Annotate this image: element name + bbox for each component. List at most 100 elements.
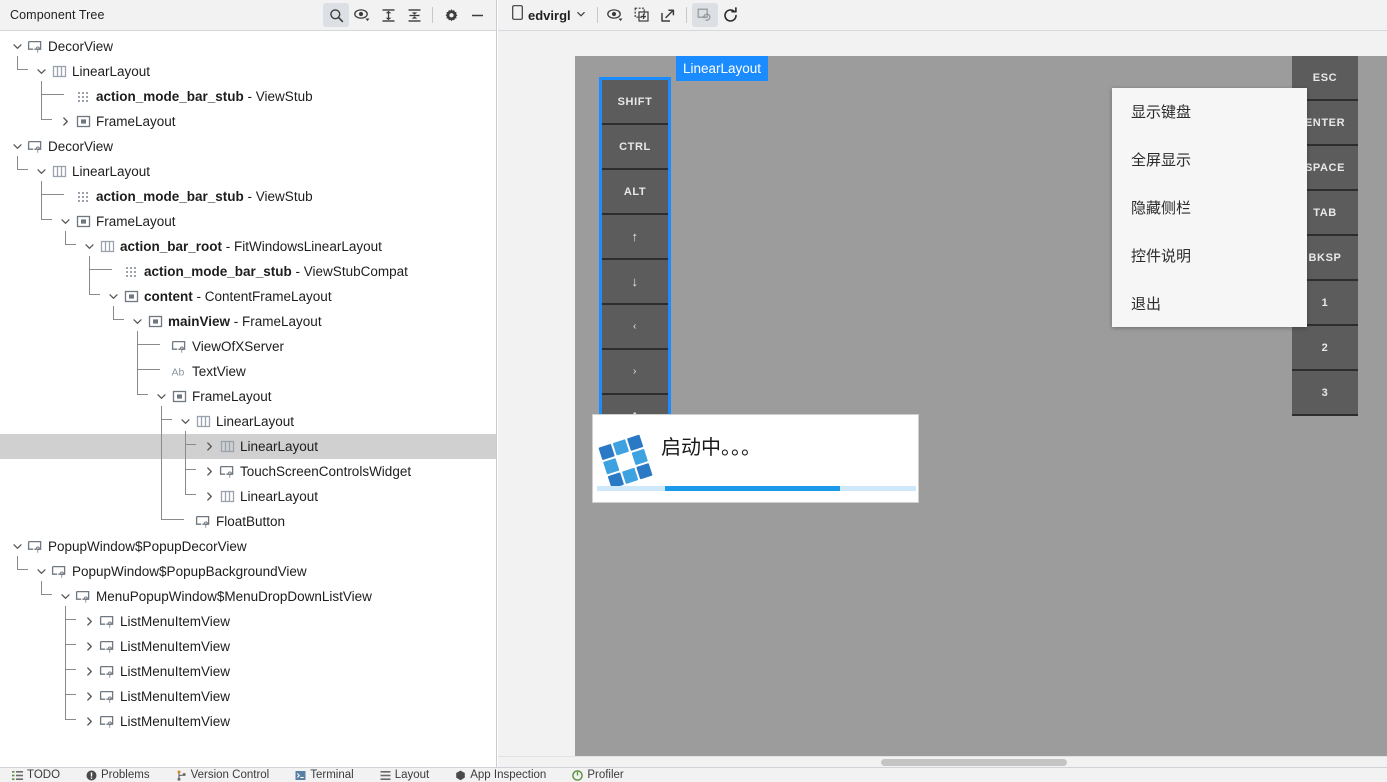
tree-row[interactable]: LinearLayout: [0, 484, 496, 509]
tree-row[interactable]: FrameLayout: [0, 209, 496, 234]
scrollbar-thumb[interactable]: [881, 759, 1067, 766]
menu-item-1[interactable]: 全屏显示: [1112, 136, 1307, 184]
right-key-6[interactable]: 2: [1292, 326, 1358, 371]
tree-row[interactable]: action_mode_bar_stub - ViewStub: [0, 84, 496, 109]
tree-row[interactable]: ? ViewOfXServer: [0, 334, 496, 359]
left-key-3[interactable]: ↑: [602, 215, 668, 260]
left-key-2[interactable]: ALT: [602, 170, 668, 215]
statusbar-item-problems[interactable]: Problems: [86, 768, 150, 782]
eye-dropdown-icon[interactable]: [349, 3, 375, 27]
tree-row[interactable]: ? FloatButton: [0, 509, 496, 534]
chevron-right-icon[interactable]: [82, 684, 97, 709]
tree-row[interactable]: ? PopupWindow$PopupBackgroundView: [0, 559, 496, 584]
popup-menu[interactable]: 显示键盘 全屏显示 隐藏侧栏 控件说明 退出: [1112, 88, 1307, 327]
toolbar-divider-2: [596, 7, 598, 23]
tree-row[interactable]: ? ListMenuItemView: [0, 684, 496, 709]
tree-row[interactable]: mainView - FrameLayout: [0, 309, 496, 334]
minimize-icon[interactable]: [464, 3, 490, 27]
statusbar-item-profiler[interactable]: Profiler: [572, 768, 624, 782]
tree-row-label: ListMenuItemView: [120, 664, 231, 679]
statusbar-item-todo[interactable]: TODO: [12, 768, 60, 782]
tree-guide-elbow: [65, 718, 76, 720]
tree-row[interactable]: ? DecorView: [0, 34, 496, 59]
branch-icon: [176, 770, 187, 781]
chevron-right-icon[interactable]: [58, 109, 73, 134]
tree-row-selected[interactable]: LinearLayout: [0, 434, 496, 459]
chevron-right-icon[interactable]: [82, 709, 97, 734]
statusbar-item-terminal[interactable]: Terminal: [295, 768, 354, 782]
search-icon[interactable]: [323, 3, 349, 27]
preview-horizontal-scrollbar[interactable]: [498, 756, 1387, 767]
tree-row[interactable]: Ab TextView: [0, 359, 496, 384]
chevron-right-icon[interactable]: [82, 659, 97, 684]
tree-row[interactable]: LinearLayout: [0, 159, 496, 184]
status-bar: TODO Problems Version Control Terminal Layou…: [0, 767, 1387, 782]
tree-row-label: ListMenuItemView: [120, 689, 231, 704]
tree-row[interactable]: ? ListMenuItemView: [0, 709, 496, 734]
tree-guide-elbow: [41, 593, 52, 595]
unknown-view-icon: ?: [49, 559, 69, 584]
tree-row[interactable]: ? TouchScreenControlsWidget: [0, 459, 496, 484]
live-updates-icon[interactable]: [691, 3, 718, 27]
tree-row[interactable]: ? DecorView: [0, 134, 496, 159]
app-logo-icon: [598, 434, 653, 489]
right-key-7[interactable]: 3: [1292, 371, 1358, 416]
tree-row[interactable]: content - ContentFrameLayout: [0, 284, 496, 309]
left-key-5[interactable]: ‹: [602, 305, 668, 350]
chevron-right-icon[interactable]: [202, 484, 217, 509]
chevron-right-icon[interactable]: [202, 434, 217, 459]
layer-add-icon[interactable]: [629, 3, 655, 27]
svg-text:?: ?: [107, 646, 112, 654]
device-preview-panel[interactable]: SHIFTCTRLALT↑↓‹›A ESCENTERSPACETABBKSP12…: [498, 31, 1387, 767]
device-selector[interactable]: edvirgl: [506, 3, 592, 27]
menu-item-3[interactable]: 控件说明: [1112, 231, 1307, 279]
refresh-icon[interactable]: [718, 3, 744, 27]
menu-item-2[interactable]: 隐藏侧栏: [1112, 184, 1307, 232]
unknown-view-icon: ?: [169, 334, 189, 359]
tree-guide-elbow: [65, 693, 76, 695]
device-screen[interactable]: SHIFTCTRLALT↑↓‹›A ESCENTERSPACETABBKSP12…: [575, 56, 1387, 756]
chevron-right-icon[interactable]: [82, 609, 97, 634]
tree-row[interactable]: action_bar_root - FitWindowsLinearLayout: [0, 234, 496, 259]
tree-row[interactable]: ? ListMenuItemView: [0, 609, 496, 634]
statusbar-item-app-inspection[interactable]: App Inspection: [455, 768, 546, 782]
eye-dropdown-icon-2[interactable]: [603, 3, 629, 27]
menu-item-0[interactable]: 显示键盘: [1112, 88, 1307, 136]
tree-row-label: LinearLayout: [72, 164, 151, 179]
tree-row[interactable]: ? PopupWindow$PopupDecorView: [0, 534, 496, 559]
left-key-6[interactable]: ›: [602, 350, 668, 395]
statusbar-item-layout[interactable]: Layout: [380, 768, 429, 782]
left-key-1[interactable]: CTRL: [602, 125, 668, 170]
tree-row[interactable]: ? ListMenuItemView: [0, 659, 496, 684]
left-key-strip[interactable]: SHIFTCTRLALT↑↓‹›A: [599, 77, 671, 443]
unknown-view-icon: ?: [97, 634, 117, 659]
svg-text:?: ?: [179, 346, 184, 354]
left-key-0[interactable]: SHIFT: [602, 80, 668, 125]
gear-icon[interactable]: [438, 3, 464, 27]
phone-icon: [512, 5, 523, 25]
tree-row-label: action_mode_bar_stub - ViewStub: [96, 89, 313, 104]
tree-guide-elbow: [185, 493, 196, 495]
tree-arrow-placeholder: [106, 259, 121, 284]
statusbar-item-label: App Inspection: [470, 769, 547, 781]
tree-row[interactable]: FrameLayout: [0, 384, 496, 409]
linear-layout-icon: [49, 59, 69, 84]
tree-row[interactable]: LinearLayout: [0, 409, 496, 434]
tree-row[interactable]: ? ListMenuItemView: [0, 634, 496, 659]
statusbar-item-version-control[interactable]: Version Control: [176, 768, 269, 782]
page-title: Component Tree: [10, 8, 105, 22]
chevron-right-icon[interactable]: [202, 459, 217, 484]
tree-row[interactable]: ? MenuPopupWindow$MenuDropDownListView: [0, 584, 496, 609]
chevron-right-icon[interactable]: [82, 634, 97, 659]
tree-row[interactable]: action_mode_bar_stub - ViewStubCompat: [0, 259, 496, 284]
tree-row[interactable]: action_mode_bar_stub - ViewStub: [0, 184, 496, 209]
pop-out-icon[interactable]: [655, 3, 681, 27]
profiler-icon: [572, 770, 584, 781]
tree-row[interactable]: LinearLayout: [0, 59, 496, 84]
component-tree-list[interactable]: ? DecorView LinearLayout action_mode_bar_st…: [0, 31, 496, 767]
tree-row[interactable]: FrameLayout: [0, 109, 496, 134]
expand-all-icon[interactable]: [375, 3, 401, 27]
collapse-all-icon[interactable]: [401, 3, 427, 27]
left-key-4[interactable]: ↓: [602, 260, 668, 305]
menu-item-4[interactable]: 退出: [1112, 279, 1307, 327]
